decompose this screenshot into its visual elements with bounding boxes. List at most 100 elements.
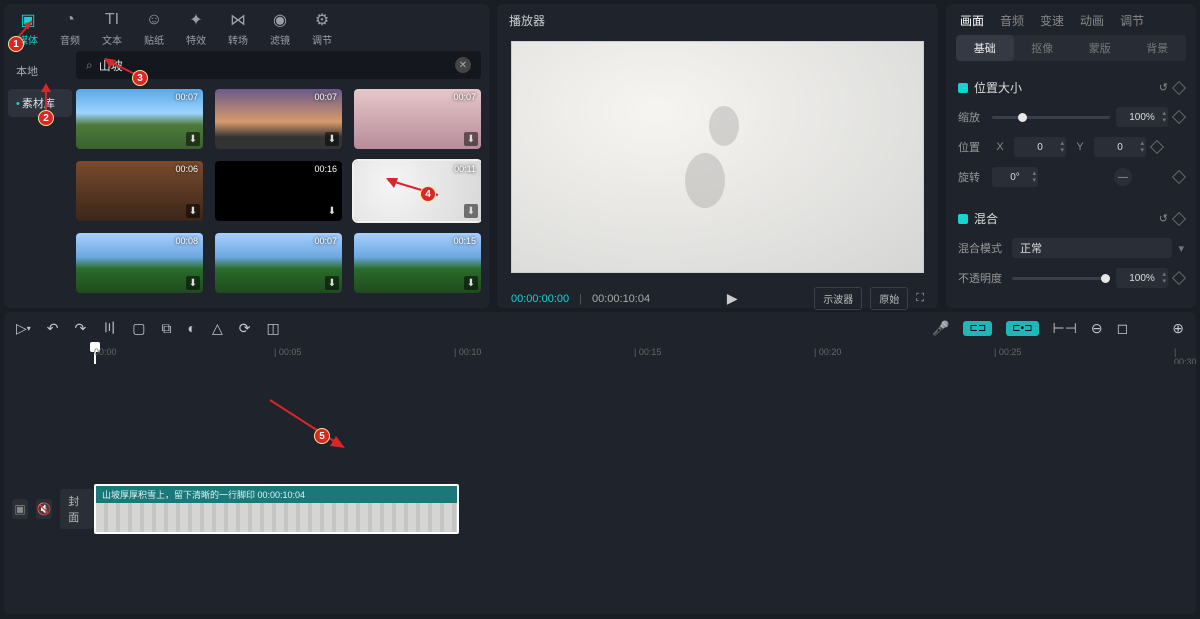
copy-tool[interactable]: ⧉ [162, 320, 172, 337]
cover-chip[interactable]: 封面 [60, 489, 94, 529]
magnet-left[interactable]: ⊏⊐ [963, 321, 992, 336]
download-icon[interactable]: ⬇ [325, 204, 339, 218]
align-tool[interactable]: ⊢⊣ [1053, 320, 1077, 337]
ruler-tick: | 00:15 [634, 347, 661, 357]
undo-button[interactable]: ↶ [47, 320, 59, 337]
download-icon[interactable]: ⬇ [186, 276, 200, 290]
search-box[interactable]: ⌕ ✕ [76, 51, 481, 79]
position-y[interactable]: 0▴▾ [1094, 137, 1146, 157]
fullscreen-icon[interactable]: ⛶ [916, 292, 924, 305]
sub-tab-1[interactable]: 抠像 [1014, 35, 1072, 61]
magnet-right[interactable]: ⊏•⊐ [1006, 321, 1038, 336]
zoom-out-icon[interactable]: ⊖ [1091, 320, 1103, 337]
media-thumbnail[interactable]: 00:07 ⬇ [215, 233, 342, 293]
download-icon[interactable]: ⬇ [186, 204, 200, 218]
clear-search-button[interactable]: ✕ [455, 57, 471, 73]
rotate-tool[interactable]: ⟳ [239, 320, 251, 337]
crop-tool[interactable]: ▢ [132, 320, 145, 337]
reset-icon[interactable]: ↺ [1159, 81, 1168, 94]
position-x[interactable]: 0▴▾ [1014, 137, 1066, 157]
play-button[interactable]: ▶ [727, 290, 738, 307]
download-icon[interactable]: ⬇ [464, 204, 478, 218]
media-thumbnail[interactable]: 00:06⬇ [76, 161, 203, 221]
track-icon[interactable]: ▣ [12, 499, 28, 519]
media-thumbnail[interactable]: 00:11⬇ [354, 161, 481, 221]
prop-tab-4[interactable]: 调节 [1120, 12, 1144, 29]
flip-button[interactable]: — [1114, 168, 1132, 186]
scope-button[interactable]: 示波器 [814, 287, 862, 310]
mirror-tool[interactable]: △ [212, 320, 223, 337]
select-tool[interactable]: ▷▾ [16, 320, 31, 337]
original-button[interactable]: 原始 [870, 287, 908, 310]
scale-slider[interactable] [992, 116, 1110, 119]
download-icon[interactable]: ⬇ [186, 132, 200, 146]
media-thumbnail[interactable]: 00:15⬇ [354, 233, 481, 293]
timeline-clip[interactable]: 山坡厚厚积雪上，留下清晰的一行脚印 00:00:10:04 [94, 484, 459, 534]
category-tab-5[interactable]: ⋈转场 [228, 10, 248, 47]
tab-icon: TI [102, 10, 122, 30]
download-icon[interactable]: ⬇ [325, 276, 339, 290]
speed-tool[interactable]: ◐ [188, 320, 196, 336]
scale-value[interactable]: 100%▴▾ [1116, 107, 1168, 127]
rotation-value[interactable]: 0°▴▾ [992, 167, 1038, 187]
reset-icon[interactable]: ↺ [1159, 212, 1168, 225]
clip-title: 山坡厚厚积雪上，留下清晰的一行脚印 00:00:10:04 [96, 486, 457, 503]
prop-tab-0[interactable]: 画面 [960, 12, 984, 29]
preview-canvas[interactable] [511, 41, 924, 273]
preview-title: 播放器 [497, 4, 938, 37]
media-thumbnail[interactable]: 00:07⬇ [354, 89, 481, 149]
download-icon[interactable]: ⬇ [464, 276, 478, 290]
subnav-library[interactable]: •素材库 [8, 89, 72, 117]
media-thumbnail[interactable]: 00:07⬇ [215, 89, 342, 149]
prop-tab-3[interactable]: 动画 [1080, 12, 1104, 29]
opacity-slider[interactable] [1012, 277, 1110, 280]
timeline-ruler[interactable]: 00:00| 00:05| 00:10| 00:15| 00:20| 00:25… [4, 344, 1196, 364]
sub-tab-3[interactable]: 背景 [1129, 35, 1187, 61]
split-tool[interactable]: 〣 [102, 318, 116, 338]
sub-tab-0[interactable]: 基础 [956, 35, 1014, 61]
redo-button[interactable]: ↷ [75, 320, 87, 337]
property-subtabs: 基础抠像蒙版背景 [956, 35, 1186, 61]
category-tab-6[interactable]: ◉滤镜 [270, 10, 290, 47]
zoom-slider-icon[interactable]: ◻ [1117, 320, 1129, 337]
keyframe-icon[interactable] [1172, 80, 1186, 94]
keyframe-icon[interactable] [1172, 211, 1186, 225]
media-thumbnail[interactable]: 00:07⬇ [76, 89, 203, 149]
section-blend[interactable]: 混合 ↺ [958, 202, 1184, 233]
mute-icon[interactable]: 🔇 [36, 499, 52, 519]
prop-tab-2[interactable]: 变速 [1040, 12, 1064, 29]
category-tab-0[interactable]: ▣媒体 [18, 10, 38, 47]
media-thumbnail[interactable]: 00:08⬇ [76, 233, 203, 293]
crop2-tool[interactable]: ◫ [266, 320, 279, 337]
zoom-fit-icon[interactable]: ⊕ [1172, 320, 1184, 337]
duration-label: 00:07 [314, 236, 337, 246]
checkbox-icon[interactable] [958, 83, 968, 93]
plus-icon: • [16, 98, 20, 110]
category-tab-3[interactable]: ☺贴纸 [144, 10, 164, 47]
media-thumbnail-grid: 00:07⬇00:07⬇00:07⬇00:06⬇00:16⬇00:11⬇00:0… [76, 89, 481, 300]
blend-mode-select[interactable]: 正常 [1012, 238, 1172, 258]
checkbox-icon[interactable] [958, 214, 968, 224]
sub-tab-2[interactable]: 蒙版 [1071, 35, 1129, 61]
timeline[interactable]: ▣ 🔇 封面 山坡厚厚积雪上，留下清晰的一行脚印 00:00:10:04 [4, 364, 1196, 614]
category-tab-1[interactable]: ◔音频 [60, 10, 80, 47]
tab-icon: ⚙ [312, 10, 332, 30]
prop-tab-1[interactable]: 音频 [1000, 12, 1024, 29]
media-thumbnail[interactable]: 00:16⬇ [215, 161, 342, 221]
keyframe-icon[interactable] [1172, 271, 1186, 285]
tab-icon: ◔ [60, 10, 80, 30]
download-icon[interactable]: ⬇ [464, 132, 478, 146]
keyframe-icon[interactable] [1150, 140, 1164, 154]
search-input[interactable] [99, 58, 455, 72]
opacity-value[interactable]: 100%▴▾ [1116, 268, 1168, 288]
mic-icon[interactable]: 🎤 [932, 320, 949, 337]
keyframe-icon[interactable] [1172, 110, 1186, 124]
section-position-size[interactable]: 位置大小 ↺ [958, 71, 1184, 102]
download-icon[interactable]: ⬇ [325, 132, 339, 146]
subnav-local[interactable]: 本地 [8, 57, 72, 85]
category-tab-7[interactable]: ⚙调节 [312, 10, 332, 47]
opacity-label: 不透明度 [958, 270, 1006, 286]
keyframe-icon[interactable] [1172, 170, 1186, 184]
category-tab-4[interactable]: ✦特效 [186, 10, 206, 47]
category-tab-2[interactable]: TI文本 [102, 10, 122, 47]
